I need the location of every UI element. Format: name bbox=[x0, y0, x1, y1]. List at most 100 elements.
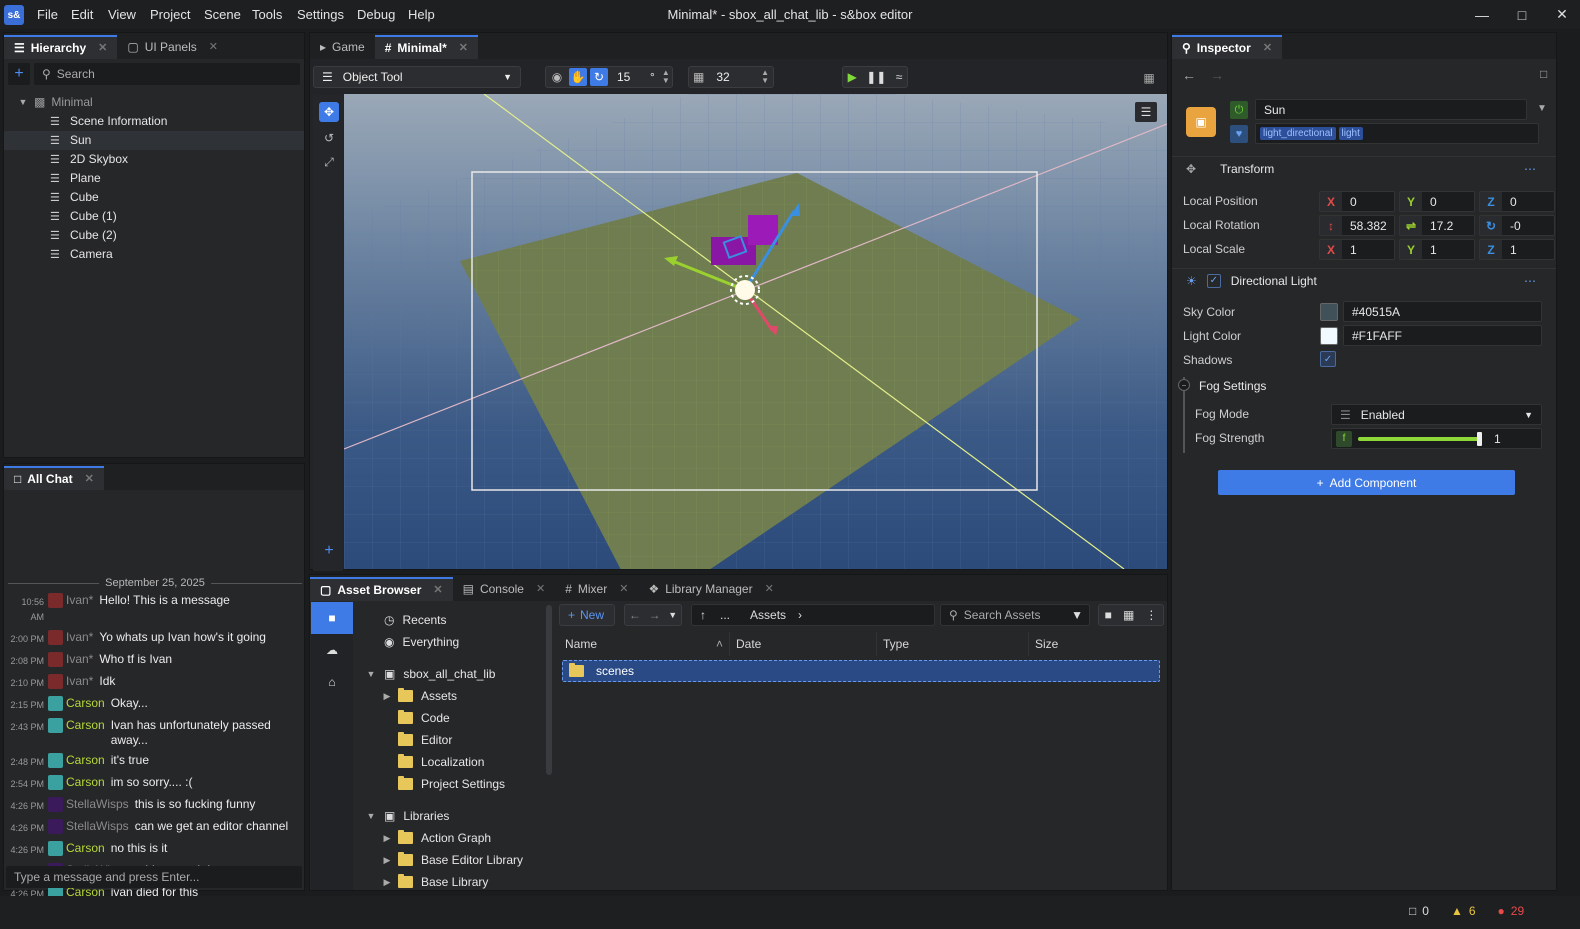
more-icon[interactable]: ⋯ bbox=[1524, 274, 1536, 288]
transform-header[interactable]: ✥ Transform ⋯ bbox=[1172, 156, 1556, 180]
viewport-settings-icon[interactable]: ☰ bbox=[1135, 102, 1157, 122]
scene-viewport[interactable]: ☰ bbox=[344, 94, 1167, 569]
close-icon[interactable]: ✕ bbox=[765, 577, 774, 601]
chevron-down-icon[interactable]: ▼ bbox=[18, 93, 28, 112]
pause-icon[interactable]: ❚❚ bbox=[866, 70, 886, 84]
path-ellipsis[interactable]: ... bbox=[720, 608, 730, 622]
tag-chip[interactable]: light bbox=[1338, 127, 1363, 140]
tab-ui-panels[interactable]: ▢ UI Panels ✕ bbox=[117, 35, 228, 59]
avatar[interactable] bbox=[48, 593, 63, 608]
object-name-field[interactable]: Sun bbox=[1255, 99, 1527, 120]
tree-folder[interactable]: ▶ Assets bbox=[358, 685, 550, 707]
close-icon[interactable]: ✕ bbox=[433, 578, 442, 602]
chat-username[interactable]: Carson bbox=[66, 841, 105, 856]
hand-icon[interactable]: ✋ bbox=[569, 68, 587, 86]
tab-console[interactable]: ▤ Console ✕ bbox=[453, 577, 556, 601]
chat-username[interactable]: StellaWisps bbox=[66, 819, 129, 834]
tree-folder[interactable]: Code bbox=[358, 707, 550, 729]
tree-recents[interactable]: ◷ Recents bbox=[358, 609, 550, 631]
tree-libraries[interactable]: ▼ ▣ Libraries bbox=[358, 805, 550, 827]
arrow-up-icon[interactable]: ↑ bbox=[700, 608, 706, 622]
filter-icon[interactable]: ▼ bbox=[1071, 608, 1083, 622]
grid-view-icon[interactable]: ▦ bbox=[1123, 608, 1134, 622]
minimize-icon[interactable]: — bbox=[1462, 0, 1502, 29]
chat-username[interactable]: Ivan* bbox=[66, 674, 93, 689]
chat-username[interactable]: Carson bbox=[66, 753, 105, 768]
sky-color-swatch[interactable] bbox=[1320, 303, 1338, 321]
avatar[interactable] bbox=[48, 775, 63, 790]
chevron-right-icon[interactable]: ▶ bbox=[382, 877, 392, 888]
tree-library[interactable]: ▶ Base Editor Library bbox=[358, 849, 550, 871]
hierarchy-item[interactable]: ☰ Cube (2) bbox=[4, 226, 304, 245]
menu-view[interactable]: View bbox=[108, 0, 136, 29]
collapse-icon[interactable]: − bbox=[1178, 379, 1190, 391]
asset-search-input[interactable]: ⚲ Search Assets ▼ bbox=[940, 604, 1090, 626]
menu-debug[interactable]: Debug bbox=[357, 0, 395, 29]
chevron-down-icon[interactable]: ▼ bbox=[1537, 103, 1547, 114]
close-icon[interactable]: ✕ bbox=[209, 35, 218, 59]
tag-chip[interactable]: light_directional bbox=[1260, 127, 1336, 140]
object-tool-dropdown[interactable]: ☰ Object Tool ▼ bbox=[313, 66, 521, 88]
chevron-down-icon[interactable]: ▼ bbox=[366, 669, 376, 679]
avatar[interactable] bbox=[48, 630, 63, 645]
tree-library[interactable]: ▶ Base Library bbox=[358, 871, 550, 889]
fog-strength-slider[interactable]: f 1 bbox=[1331, 428, 1542, 449]
slider-thumb[interactable] bbox=[1477, 431, 1482, 446]
tab-mixer[interactable]: # Mixer ✕ bbox=[555, 577, 638, 601]
tree-folder[interactable]: Project Settings bbox=[358, 773, 550, 795]
tab-library-manager[interactable]: ❖ Library Manager ✕ bbox=[638, 577, 783, 601]
avatar[interactable] bbox=[48, 652, 63, 667]
close-icon[interactable]: ✕ bbox=[1263, 36, 1272, 60]
arrow-left-icon[interactable]: ← bbox=[629, 608, 641, 622]
asset-row-scenes[interactable]: scenes bbox=[562, 660, 1160, 682]
close-icon[interactable]: ✕ bbox=[1542, 0, 1580, 29]
arrow-right-icon[interactable]: → bbox=[1210, 67, 1224, 83]
avatar[interactable] bbox=[48, 674, 63, 689]
globe-icon[interactable]: ◉ bbox=[548, 68, 566, 86]
rotation-y-field[interactable]: ⇌ 17.2 bbox=[1399, 215, 1475, 236]
avatar[interactable] bbox=[48, 797, 63, 812]
tree-folder[interactable]: Editor bbox=[358, 729, 550, 751]
tab-minimal-scene[interactable]: # Minimal* ✕ bbox=[374, 35, 478, 59]
arrow-left-icon[interactable]: ← bbox=[1182, 67, 1196, 83]
position-z-field[interactable]: Z0 bbox=[1479, 191, 1555, 212]
scale-icon[interactable]: ⤢ bbox=[319, 152, 339, 172]
stepper-icon[interactable]: ▲ ▼ bbox=[761, 69, 769, 85]
fog-mode-select[interactable]: ☰ Enabled ▼ bbox=[1331, 404, 1542, 425]
angle-snap-value[interactable]: 15 bbox=[617, 70, 647, 84]
scale-x-field[interactable]: X1 bbox=[1319, 239, 1395, 260]
avatar[interactable] bbox=[48, 753, 63, 768]
shadows-checkbox[interactable]: ✓ bbox=[1320, 351, 1336, 367]
chat-username[interactable]: Ivan* bbox=[66, 652, 93, 667]
lock-icon[interactable]: □ bbox=[1540, 67, 1547, 81]
position-x-field[interactable]: X0 bbox=[1319, 191, 1395, 212]
sky-color-field[interactable]: #40515A bbox=[1343, 301, 1542, 322]
add-tool-icon[interactable]: + bbox=[319, 541, 339, 561]
message-icon[interactable]: □ bbox=[1409, 904, 1416, 918]
tag-icon[interactable]: ♥ bbox=[1230, 125, 1248, 143]
light-color-swatch[interactable] bbox=[1320, 327, 1338, 345]
hierarchy-item[interactable]: ☰ 2D Skybox bbox=[4, 150, 304, 169]
wifi-icon[interactable]: ≈ bbox=[896, 70, 903, 84]
hierarchy-item[interactable]: ☰ Cube bbox=[4, 188, 304, 207]
folder-icon[interactable]: ■ bbox=[1105, 608, 1112, 622]
rotation-z-field[interactable]: ↻ -0 bbox=[1479, 215, 1555, 236]
hierarchy-item[interactable]: ☰ Plane bbox=[4, 169, 304, 188]
more-icon[interactable]: ⋮ bbox=[1145, 608, 1157, 622]
menu-project[interactable]: Project bbox=[150, 0, 190, 29]
slider-track[interactable] bbox=[1358, 431, 1482, 446]
tab-asset-browser[interactable]: ▢ Asset Browser ✕ bbox=[310, 577, 453, 601]
tab-inspector[interactable]: ⚲ Inspector ✕ bbox=[1172, 35, 1283, 60]
grid-size-field[interactable]: ▦ 32 ▲ ▼ bbox=[688, 66, 774, 88]
chevron-right-icon[interactable]: ▶ bbox=[382, 691, 392, 702]
tree-scrollbar[interactable] bbox=[546, 605, 552, 775]
menu-scene[interactable]: Scene bbox=[204, 0, 241, 29]
tree-project[interactable]: ▼ ▣ sbox_all_chat_lib bbox=[358, 663, 550, 685]
chevron-right-icon[interactable]: ▶ bbox=[382, 855, 392, 866]
chat-username[interactable]: Carson bbox=[66, 696, 105, 711]
hierarchy-root[interactable]: ▼ ▩ Minimal bbox=[4, 93, 304, 112]
chat-username[interactable]: Ivan* bbox=[66, 630, 93, 645]
column-size[interactable]: Size bbox=[1029, 632, 1161, 656]
rotate-icon[interactable]: ↺ bbox=[319, 128, 339, 148]
tree-folder[interactable]: Localization bbox=[358, 751, 550, 773]
